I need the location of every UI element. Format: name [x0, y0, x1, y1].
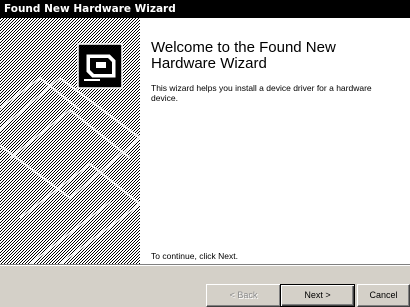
hardware-card-icon: [77, 43, 123, 89]
wizard-content: Welcome to the Found New Hardware Wizard…: [0, 18, 410, 264]
wizard-watermark: [0, 18, 140, 264]
window-title: Found New Hardware Wizard: [4, 3, 176, 15]
back-button[interactable]: < Back: [206, 284, 281, 307]
wizard-heading: Welcome to the Found New Hardware Wizard: [151, 39, 336, 72]
cancel-button[interactable]: Cancel: [357, 284, 410, 307]
title-bar[interactable]: Found New Hardware Wizard: [0, 0, 410, 18]
wizard-description: This wizard helps you install a device d…: [151, 83, 372, 103]
wizard-window: Found New Hardware Wizard Welcome to the…: [0, 0, 410, 307]
wizard-side-panel: [0, 18, 140, 264]
next-button[interactable]: Next >: [280, 284, 355, 307]
button-separator: [0, 264, 410, 266]
continue-instruction: To continue, click Next.: [151, 251, 238, 261]
